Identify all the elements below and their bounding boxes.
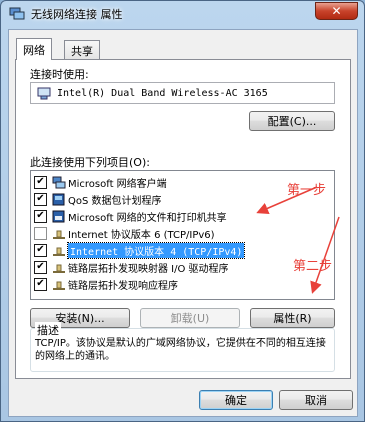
connect-using-label: 连接时使用: bbox=[30, 68, 89, 81]
network-client-icon bbox=[52, 176, 66, 188]
checkbox[interactable]: ✔ bbox=[34, 175, 47, 189]
network-tab-panel: 连接时使用: Intel(R) Dual Band Wireless-AC 31… bbox=[15, 59, 351, 379]
close-button[interactable]: ✕ bbox=[315, 2, 358, 20]
checkbox[interactable] bbox=[34, 226, 47, 240]
checkbox[interactable]: ✔ bbox=[34, 192, 47, 206]
description-text: TCP/IP。该协议是默认的广域网络协议，它提供在不同的相互连接的网络上的通讯。 bbox=[35, 338, 326, 362]
protocol-icon bbox=[53, 230, 65, 239]
list-item-lltd-mapper[interactable]: ✔ 链路层拓扑发现映射器 I/O 驱动程序 bbox=[34, 259, 284, 275]
window-title: 无线网络连接 属性 bbox=[31, 8, 123, 21]
qos-icon bbox=[52, 193, 65, 205]
adapter-name: Intel(R) Dual Band Wireless-AC 3165 bbox=[57, 87, 268, 99]
description-legend: 描述 bbox=[35, 322, 61, 338]
list-item-tcpipv6[interactable]: Internet 协议版本 6 (TCP/IPv6) bbox=[34, 225, 284, 241]
list-item-lltd-responder[interactable]: ✔ 链路层拓扑发现响应程序 bbox=[34, 276, 284, 292]
list-item-tcpipv4[interactable]: ✔ Internet 协议版本 4 (TCP/IPv4) bbox=[34, 241, 284, 259]
step2-annotation: 第二步 bbox=[293, 259, 333, 274]
checkbox[interactable]: ✔ bbox=[34, 209, 47, 223]
list-item-label: 链路层拓扑发现映射器 I/O 驱动程序 bbox=[68, 263, 229, 275]
properties-button[interactable]: 属性(R) bbox=[250, 308, 335, 328]
properties-dialog: 无线网络连接 属性 ✕ 网络 共享 连接时使用: Intel(R) Dual B… bbox=[0, 0, 365, 422]
step1-annotation: 第一步 bbox=[287, 183, 327, 198]
ok-button[interactable]: 确定 bbox=[199, 390, 273, 410]
adapter-field: Intel(R) Dual Band Wireless-AC 3165 bbox=[30, 82, 335, 104]
items-list-label: 此连接使用下列项目(O): bbox=[30, 156, 150, 169]
list-item-label: 链路层拓扑发现响应程序 bbox=[68, 280, 178, 292]
network-connection-icon bbox=[9, 7, 25, 20]
list-item-label: Microsoft 网络客户端 bbox=[68, 178, 167, 190]
list-item-label: QoS 数据包计划程序 bbox=[68, 195, 162, 207]
list-item-qos[interactable]: ✔ QoS 数据包计划程序 bbox=[34, 191, 284, 207]
list-item-label: Internet 协议版本 4 (TCP/IPv4) bbox=[66, 241, 246, 259]
network-adapter-icon bbox=[37, 87, 51, 100]
list-item-file-printer-sharing[interactable]: ✔ Microsoft 网络的文件和打印机共享 bbox=[34, 208, 284, 224]
description-group: 描述 TCP/IP。该协议是默认的广域网络协议，它提供在不同的相互连接的网络上的… bbox=[30, 322, 335, 372]
tab-network[interactable]: 网络 bbox=[16, 38, 52, 60]
list-item-ms-network-client[interactable]: ✔ Microsoft 网络客户端 bbox=[34, 174, 284, 190]
protocol-icon bbox=[53, 247, 65, 256]
protocol-icon bbox=[53, 281, 65, 290]
checkbox[interactable]: ✔ bbox=[34, 277, 47, 291]
list-item-label: Microsoft 网络的文件和打印机共享 bbox=[68, 212, 227, 224]
file-printer-sharing-icon bbox=[52, 210, 65, 222]
protocol-icon bbox=[53, 264, 65, 273]
checkbox[interactable]: ✔ bbox=[34, 243, 47, 257]
checkbox[interactable]: ✔ bbox=[34, 260, 47, 274]
tab-sharing[interactable]: 共享 bbox=[64, 40, 100, 60]
cancel-button[interactable]: 取消 bbox=[279, 390, 353, 410]
uninstall-button[interactable]: 卸载(U) bbox=[140, 308, 240, 328]
dialog-client-area: 网络 共享 连接时使用: Intel(R) Dual Band Wireless… bbox=[8, 29, 358, 417]
list-item-label: Internet 协议版本 6 (TCP/IPv6) bbox=[68, 229, 215, 241]
configure-button[interactable]: 配置(C)... bbox=[249, 111, 335, 131]
